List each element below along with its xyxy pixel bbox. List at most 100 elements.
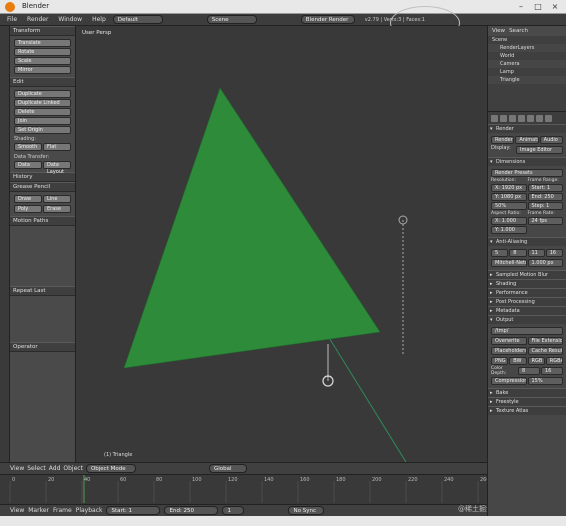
menu-file[interactable]: File bbox=[4, 16, 20, 23]
render-section-header[interactable]: Render bbox=[488, 124, 566, 133]
aa-samples-5[interactable]: 5 bbox=[491, 249, 509, 257]
history-panel-header[interactable]: History bbox=[10, 172, 75, 182]
metadata-section-header[interactable]: Metadata bbox=[488, 306, 566, 315]
menu-playback[interactable]: Playback bbox=[76, 507, 103, 514]
start-frame-field[interactable]: Start: 1 bbox=[106, 506, 161, 515]
animation-button[interactable]: Animation bbox=[515, 136, 539, 144]
color-depth-8-button[interactable]: 8 bbox=[518, 367, 540, 375]
menu-add[interactable]: Add bbox=[49, 465, 61, 472]
render-tab-icon[interactable] bbox=[491, 114, 498, 122]
outliner-item-renderlayers[interactable]: RenderLayers bbox=[488, 44, 566, 52]
world-tab-icon[interactable] bbox=[518, 114, 525, 122]
scene-tab-icon[interactable] bbox=[509, 114, 516, 122]
post-processing-section-header[interactable]: Post Processing bbox=[488, 297, 566, 306]
outliner-item-camera[interactable]: Camera bbox=[488, 60, 566, 68]
scale-button[interactable]: Scale bbox=[14, 57, 71, 65]
mode-selector[interactable]: Object Mode bbox=[85, 464, 136, 473]
mirror-button[interactable]: Mirror bbox=[14, 66, 71, 74]
color-rgba-button[interactable]: RGBA bbox=[545, 357, 563, 365]
duplicate-button[interactable]: Duplicate bbox=[14, 90, 71, 98]
menu-tl-view[interactable]: View bbox=[10, 507, 24, 514]
operator-panel-header[interactable]: Operator bbox=[10, 342, 75, 352]
draw-button[interactable]: Draw bbox=[14, 195, 42, 203]
output-section-header[interactable]: Output bbox=[488, 315, 566, 324]
render-button[interactable]: Render bbox=[491, 136, 515, 144]
material-tab-icon[interactable] bbox=[545, 114, 552, 122]
anti-aliasing-section-header[interactable]: Anti-Aliasing bbox=[488, 237, 566, 246]
resolution-x-field[interactable]: X: 1920 px bbox=[491, 184, 527, 192]
join-button[interactable]: Join bbox=[14, 117, 71, 125]
dimensions-section-header[interactable]: Dimensions bbox=[488, 157, 566, 166]
bake-section-header[interactable]: Bake bbox=[488, 388, 566, 397]
3d-viewport[interactable]: User Persp (1) Triangle bbox=[76, 26, 487, 462]
frame-rate-selector[interactable]: 24 fps bbox=[527, 217, 563, 225]
sync-selector[interactable]: No Sync bbox=[288, 506, 325, 515]
current-frame-field[interactable]: 1 bbox=[222, 506, 245, 515]
set-origin-button[interactable]: Set Origin bbox=[14, 126, 71, 134]
texture-atlas-section-header[interactable]: Texture Atlas bbox=[488, 406, 566, 415]
display-selector[interactable]: Image Editor bbox=[516, 146, 563, 154]
minimize-icon[interactable]: – bbox=[514, 1, 528, 12]
timeline[interactable]: 0 20 40 60 80 100 120 140 160 180 200 220 240 260 bbox=[0, 474, 487, 504]
output-path-field[interactable]: /tmp/ bbox=[491, 327, 563, 335]
menu-view[interactable]: View bbox=[10, 465, 24, 472]
outliner-item-lamp[interactable]: Lamp bbox=[488, 68, 566, 76]
tool-tabs[interactable] bbox=[0, 26, 10, 462]
cache-result-checkbox[interactable]: Cache Result bbox=[527, 347, 563, 355]
data-layout-button[interactable]: Data Layout bbox=[43, 161, 71, 175]
color-rgb-button[interactable]: RGB bbox=[527, 357, 545, 365]
outliner-item-scene[interactable]: Scene bbox=[488, 36, 566, 44]
transform-panel-header[interactable]: Transform bbox=[10, 26, 75, 36]
delete-button[interactable]: Delete bbox=[14, 108, 71, 116]
color-depth-16-button[interactable]: 16 bbox=[541, 367, 563, 375]
aspect-x-field[interactable]: X: 1.000 bbox=[491, 217, 527, 225]
render-engine-selector[interactable]: Blender Render bbox=[300, 15, 355, 24]
pivot-selector[interactable]: Global bbox=[208, 464, 247, 473]
edit-panel-header[interactable]: Edit bbox=[10, 77, 75, 87]
file-format-selector[interactable]: PNG bbox=[491, 357, 509, 365]
color-bw-button[interactable]: BW bbox=[509, 357, 527, 365]
shading-section-header[interactable]: Shading bbox=[488, 279, 566, 288]
flat-button[interactable]: Flat bbox=[43, 143, 71, 151]
aa-samples-11[interactable]: 11 bbox=[527, 249, 545, 257]
motion-paths-panel-header[interactable]: Motion Paths bbox=[10, 216, 75, 226]
layout-selector[interactable]: Default bbox=[112, 15, 163, 24]
duplicate-linked-button[interactable]: Duplicate Linked bbox=[14, 99, 71, 107]
frame-start-field[interactable]: Start: 1 bbox=[527, 184, 563, 192]
aspect-y-field[interactable]: Y: 1.000 bbox=[491, 226, 527, 234]
poly-button[interactable]: Poly bbox=[14, 205, 42, 213]
smooth-button[interactable]: Smooth bbox=[14, 143, 42, 151]
scene-selector[interactable]: Scene bbox=[206, 15, 257, 24]
line-button[interactable]: Line bbox=[43, 195, 71, 203]
menu-marker[interactable]: Marker bbox=[28, 507, 49, 514]
erase-button[interactable]: Erase bbox=[43, 205, 71, 213]
menu-help[interactable]: Help bbox=[89, 16, 109, 23]
freestyle-section-header[interactable]: Freestyle bbox=[488, 397, 566, 406]
resolution-y-field[interactable]: Y: 1080 px bbox=[491, 193, 527, 201]
data-button[interactable]: Data bbox=[14, 161, 42, 169]
aa-samples-8[interactable]: 8 bbox=[509, 249, 527, 257]
sampled-motion-blur-header[interactable]: Sampled Motion Blur bbox=[488, 270, 566, 279]
maximize-icon[interactable]: □ bbox=[531, 1, 545, 12]
repeat-last-panel-header[interactable]: Repeat Last bbox=[10, 286, 75, 296]
translate-button[interactable]: Translate bbox=[14, 39, 71, 47]
overwrite-checkbox[interactable]: Overwrite bbox=[491, 337, 527, 345]
close-icon[interactable]: × bbox=[548, 1, 562, 12]
file-extensions-checkbox[interactable]: File Extensions bbox=[527, 337, 563, 345]
performance-section-header[interactable]: Performance bbox=[488, 288, 566, 297]
menu-select[interactable]: Select bbox=[27, 465, 46, 472]
menu-render[interactable]: Render bbox=[24, 16, 51, 23]
end-frame-field[interactable]: End: 250 bbox=[164, 506, 219, 515]
placeholders-checkbox[interactable]: Placeholders bbox=[491, 347, 527, 355]
aa-filter-size-field[interactable]: 1.000 px bbox=[527, 259, 563, 267]
outliner-item-triangle[interactable]: Triangle bbox=[488, 76, 566, 84]
object-tab-icon[interactable] bbox=[527, 114, 534, 122]
properties-tabs[interactable] bbox=[488, 112, 566, 124]
outliner-search-menu[interactable]: Search bbox=[509, 28, 528, 34]
modifier-tab-icon[interactable] bbox=[536, 114, 543, 122]
frame-end-field[interactable]: End: 250 bbox=[527, 193, 563, 201]
render-presets-selector[interactable]: Render Presets bbox=[491, 169, 563, 177]
frame-step-field[interactable]: Step: 1 bbox=[527, 202, 563, 210]
menu-object[interactable]: Object bbox=[63, 465, 83, 472]
compression-field[interactable]: 15% bbox=[527, 377, 563, 385]
